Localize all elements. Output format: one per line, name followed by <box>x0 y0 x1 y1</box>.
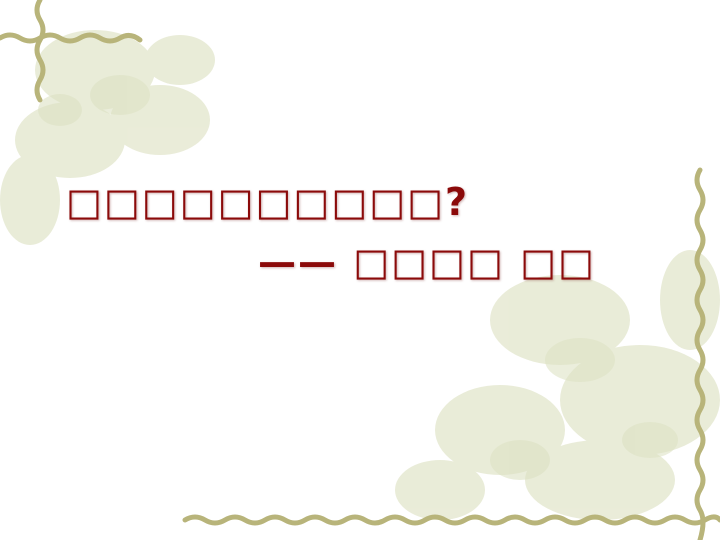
slide-subtitle: —— □□□□ □□ <box>258 240 596 284</box>
floral-watermark-bottom-right <box>395 250 720 520</box>
slide-title: □□□□□□□□□□? <box>66 180 470 224</box>
